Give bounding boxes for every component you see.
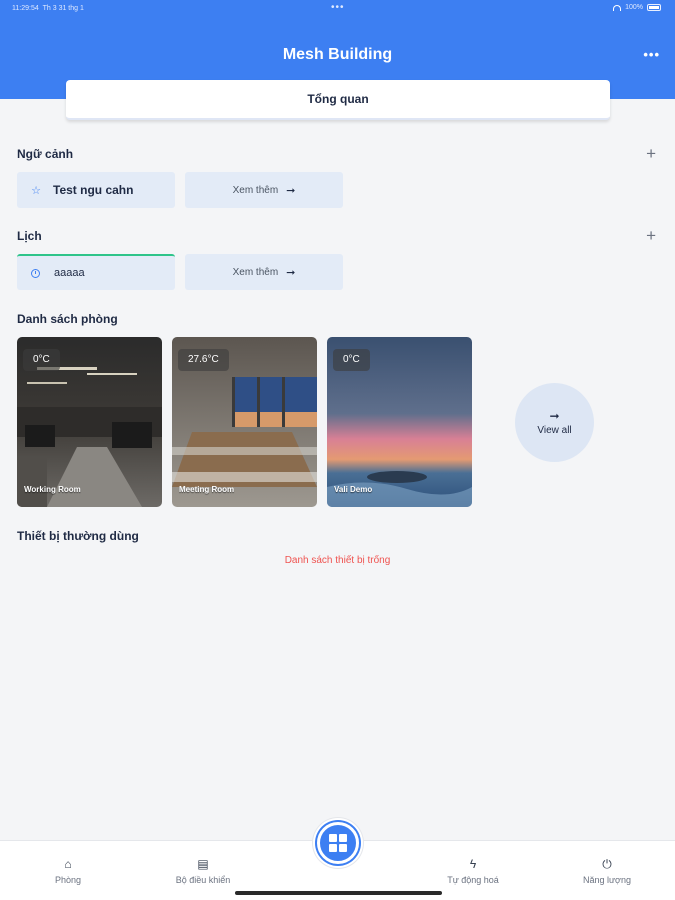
more-options-icon[interactable]: ••• <box>643 47 660 62</box>
battery-icon <box>647 4 661 11</box>
scenes-see-more-label: Xem thêm <box>232 184 279 196</box>
nav-controllers[interactable]: ▤ Bộ điều khiển <box>163 857 243 885</box>
scenes-see-more-button[interactable]: Xem thêm ➞ <box>185 172 343 208</box>
nav-energy[interactable]: ⏻ Năng lượng <box>567 857 647 885</box>
devices-section-title: Thiết bị thường dùng <box>17 529 139 543</box>
scene-item-label: Test ngu cahn <box>53 183 134 197</box>
room-name: Meeting Room <box>179 485 235 494</box>
dashboard-fab-button[interactable] <box>313 818 363 868</box>
nav-controllers-label: Bộ điều khiển <box>175 875 231 885</box>
add-schedule-plus-icon[interactable]: + <box>646 227 656 244</box>
nav-automation-label: Tự động hoá <box>447 875 499 885</box>
schedule-section-title: Lịch <box>17 229 42 243</box>
wifi-icon <box>613 4 622 11</box>
star-icon: ☆ <box>31 184 41 197</box>
devices-empty-message: Danh sách thiết bị trống <box>284 555 391 566</box>
room-card-vali-demo[interactable]: 0°C Vali Demo <box>327 337 472 507</box>
room-temperature: 27.6°C <box>178 349 229 371</box>
schedule-item-label: aaaaa <box>54 267 85 279</box>
arrow-right-icon: ➞ <box>549 409 560 423</box>
status-date: Th 3 31 thg 1 <box>42 5 84 12</box>
battery-percent: 100% <box>625 4 643 11</box>
arrow-right-icon: ➞ <box>286 184 296 197</box>
power-icon: ⏻ <box>602 857 612 871</box>
room-name: Working Room <box>24 485 81 494</box>
tab-overview[interactable]: Tổng quan <box>66 80 610 120</box>
schedule-item[interactable]: aaaaa <box>17 254 175 290</box>
automation-icon: ϟ <box>469 857 477 871</box>
room-card-meeting[interactable]: 27.6°C Meeting Room <box>172 337 317 507</box>
dashboard-icon <box>317 822 359 864</box>
scenes-section-title: Ngữ cảnh <box>17 147 74 161</box>
clock-icon <box>31 268 40 278</box>
nav-automation[interactable]: ϟ Tự động hoá <box>433 857 513 885</box>
nav-energy-label: Năng lượng <box>583 875 631 885</box>
page-title: Mesh Building <box>282 46 393 63</box>
home-icon: ⌂ <box>64 857 72 871</box>
status-clock: 11:29:54 <box>12 5 39 12</box>
rooms-section-title: Danh sách phòng <box>17 312 118 326</box>
room-temperature: 0°C <box>333 349 370 371</box>
home-indicator[interactable] <box>235 891 442 895</box>
status-time: 11:29:54 Th 3 31 thg 1 <box>12 5 84 12</box>
status-bar: 11:29:54 Th 3 31 thg 1 ••• 100% <box>0 0 675 18</box>
room-temperature: 0°C <box>23 349 60 371</box>
multitask-dots-icon[interactable]: ••• <box>331 2 345 13</box>
view-all-label: View all <box>537 425 572 436</box>
nav-rooms[interactable]: ⌂ Phòng <box>38 857 98 885</box>
room-card-working[interactable]: 0°C Working Room <box>17 337 162 507</box>
add-scene-plus-icon[interactable]: + <box>646 145 656 162</box>
status-indicators: 100% <box>613 4 661 11</box>
arrow-right-icon: ➞ <box>286 266 296 279</box>
schedule-see-more-button[interactable]: Xem thêm ➞ <box>185 254 343 290</box>
schedule-see-more-label: Xem thêm <box>232 266 279 278</box>
view-all-rooms-button[interactable]: ➞ View all <box>515 383 594 462</box>
nav-rooms-label: Phòng <box>54 875 82 885</box>
scene-item[interactable]: ☆ Test ngu cahn <box>17 172 175 208</box>
room-name: Vali Demo <box>334 485 373 494</box>
remote-icon: ▤ <box>197 857 209 871</box>
